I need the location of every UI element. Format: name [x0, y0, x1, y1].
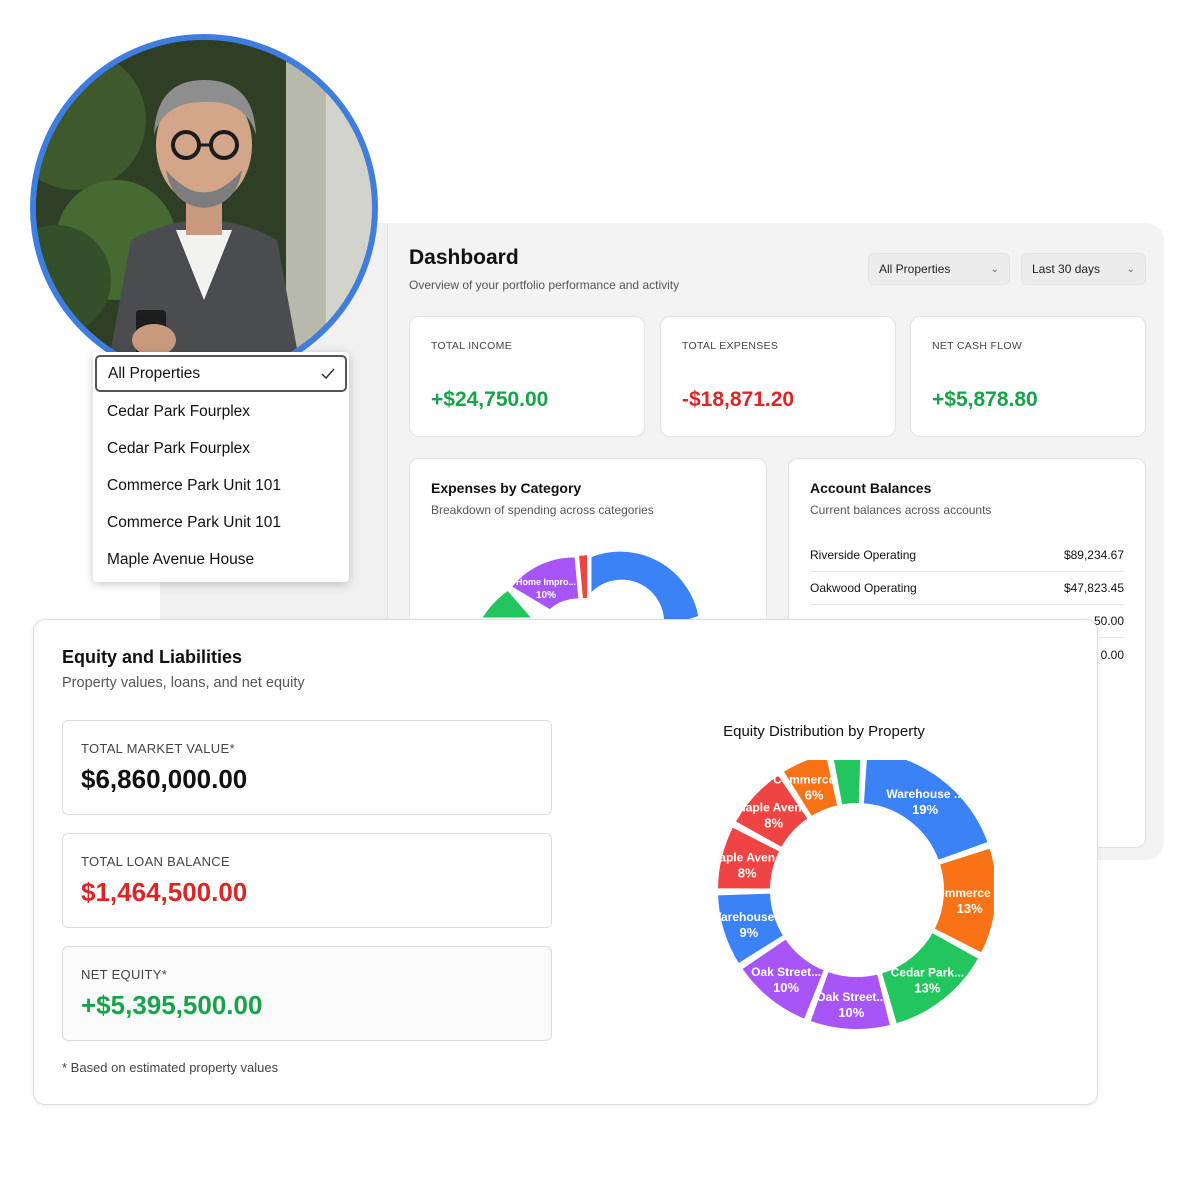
dropdown-option-label: All Properties: [108, 364, 201, 382]
page-subtitle: Overview of your portfolio performance a…: [409, 278, 680, 292]
dropdown-option[interactable]: Cedar Park Fourplex: [93, 430, 349, 467]
card-subtitle: Current balances across accounts: [810, 503, 992, 517]
donut-slice-percent: 19%: [912, 802, 938, 817]
property-dropdown-menu: All Properties Cedar Park Fourplex Cedar…: [93, 352, 349, 582]
date-range-select[interactable]: Last 30 days ⌄: [1021, 253, 1146, 285]
date-range-value: Last 30 days: [1032, 262, 1101, 276]
donut-slice-percent: 10%: [773, 980, 799, 995]
stat-label: TOTAL EXPENSES: [682, 340, 779, 352]
footnote: * Based on estimated property values: [62, 1060, 279, 1075]
dropdown-option-label: Maple Avenue House: [107, 550, 255, 568]
donut-slice-label: Warehouse ...: [710, 910, 788, 924]
chevron-down-icon: ⌄: [990, 263, 999, 275]
donut-slice-percent: 8%: [738, 865, 757, 880]
account-name: Riverside Operating: [810, 548, 917, 562]
stat-card-total-income: TOTAL INCOME +$24,750.00: [409, 316, 645, 437]
donut-slice-percent: 10%: [838, 1005, 864, 1020]
checkmark-icon: [321, 368, 335, 379]
total-loan-balance-box: TOTAL LOAN BALANCE $1,464,500.00: [62, 833, 552, 928]
donut-slice-label: Maple Aven...: [736, 801, 812, 815]
stat-card-total-expenses: TOTAL EXPENSES -$18,871.20: [660, 316, 896, 437]
account-balance: 50.00: [1093, 614, 1124, 628]
total-market-value-box: TOTAL MARKET VALUE* $6,860,000.00: [62, 720, 552, 815]
dropdown-option-label: Commerce Park Unit 101: [107, 476, 282, 494]
stat-value: +$5,878.80: [932, 388, 1038, 411]
card-title: Equity and Liabilities: [62, 647, 243, 667]
card-subtitle: Property values, loans, and net equity: [62, 675, 305, 691]
account-row[interactable]: Riverside Operating $89,234.67: [810, 539, 1124, 572]
account-name: Oakwood Operating: [810, 581, 917, 595]
dropdown-option[interactable]: Commerce Park Unit 101: [93, 504, 349, 541]
donut-slice-percent: 13%: [914, 980, 940, 995]
card-title: Account Balances: [810, 480, 932, 496]
stat-label: NET CASH FLOW: [932, 340, 1023, 352]
metric-label: NET EQUITY*: [81, 967, 168, 982]
stat-value: -$18,871.20: [682, 388, 795, 411]
donut-slice-percent: 6%: [805, 787, 824, 802]
property-filter-select[interactable]: All Properties ⌄: [868, 253, 1010, 285]
donut-slice-percent: 8%: [764, 816, 783, 831]
stat-label: TOTAL INCOME: [431, 340, 512, 352]
donut-slice-label: Maple Aven...: [709, 850, 785, 864]
dropdown-option[interactable]: Maple Avenue House: [93, 541, 349, 578]
expense-slice-label: Home Impro...: [516, 577, 576, 587]
donut-slice-label: Oak Street...: [816, 990, 886, 1004]
dropdown-option-all-properties[interactable]: All Properties: [95, 355, 347, 392]
expense-slice-percent: 10%: [536, 590, 556, 601]
dropdown-option[interactable]: Commerce Park Unit 101: [93, 467, 349, 504]
equity-liabilities-card: Equity and Liabilities Property values, …: [33, 619, 1098, 1105]
dropdown-option[interactable]: Cedar Park Fourplex: [93, 393, 349, 430]
metric-label: TOTAL MARKET VALUE*: [81, 741, 235, 756]
stat-value: +$24,750.00: [431, 388, 549, 411]
account-balance: $47,823.45: [1063, 581, 1124, 595]
dropdown-option-label: Cedar Park Fourplex: [107, 402, 251, 420]
expense-slice-misc: [588, 548, 702, 632]
account-row[interactable]: Oakwood Operating $47,823.45: [810, 572, 1124, 605]
equity-donut-chart: Warehouse ...19%Commerce P...13%Cedar Pa…: [709, 760, 994, 1031]
donut-slice-percent: 9%: [740, 925, 759, 940]
metric-value: $6,860,000.00: [81, 764, 248, 794]
stat-card-net-cash-flow: NET CASH FLOW +$5,878.80: [910, 316, 1146, 437]
dropdown-option-label: Cedar Park Fourplex: [107, 439, 251, 457]
property-filter-value: All Properties: [879, 262, 951, 276]
avatar: [30, 34, 378, 382]
donut-slice-label: Warehouse ...: [886, 787, 964, 801]
donut-slice-percent: 13%: [957, 901, 983, 916]
dropdown-option-label: Commerce Park Unit 101: [107, 513, 282, 531]
donut-slice-label: Cedar Park...: [891, 965, 964, 979]
account-balance: $89,234.67: [1063, 548, 1124, 562]
page-title: Dashboard: [409, 246, 519, 269]
metric-value: +$5,395,500.00: [81, 990, 263, 1020]
net-equity-box: NET EQUITY* +$5,395,500.00: [62, 946, 552, 1041]
account-balance: 0.00: [1100, 647, 1124, 662]
chevron-down-icon: ⌄: [1126, 263, 1135, 275]
metric-label: TOTAL LOAN BALANCE: [81, 854, 230, 869]
chart-title: Equity Distribution by Property: [723, 723, 925, 740]
avatar-photo: [36, 40, 372, 376]
donut-slice-label: Oak Street...: [751, 965, 821, 979]
metric-value: $1,464,500.00: [81, 877, 248, 907]
donut-slice-label: Commerce P...: [929, 886, 994, 900]
